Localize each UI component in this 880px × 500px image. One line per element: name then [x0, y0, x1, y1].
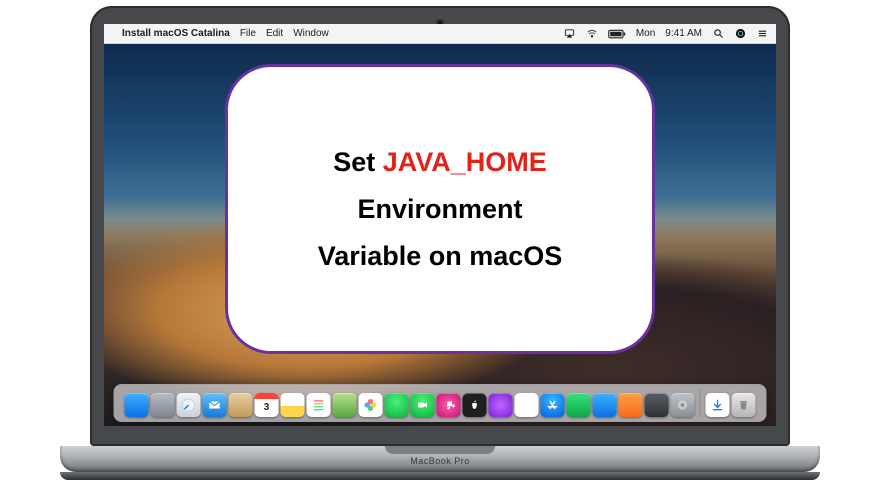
laptop-notch: [385, 446, 495, 454]
laptop-brand-label: MacBook Pro: [410, 456, 470, 466]
dock-app-mail[interactable]: [203, 393, 227, 417]
dock-wrap: 3: [114, 384, 767, 422]
dock-app-maps[interactable]: [333, 393, 357, 417]
macbook-frame: Install macOS Catalina File Edit Window …: [60, 0, 820, 500]
menubar-day[interactable]: Mon: [636, 28, 655, 39]
overlay-line-3: Variable on macOS: [318, 241, 563, 272]
dock-app-calendar[interactable]: 3: [255, 393, 279, 417]
dock-app-contacts[interactable]: [229, 393, 253, 417]
dock-app-reminders[interactable]: [307, 393, 331, 417]
dock-app-messages[interactable]: [385, 393, 409, 417]
dock-app-photos[interactable]: [359, 393, 383, 417]
dock-app-system-preferences[interactable]: [671, 393, 695, 417]
overlay-line1-prefix: Set: [333, 147, 383, 177]
spotlight-icon[interactable]: [712, 28, 724, 39]
menubar-item-file[interactable]: File: [240, 28, 256, 39]
laptop-foot: [60, 472, 820, 480]
dock-app-facetime[interactable]: [411, 393, 435, 417]
menubar-time[interactable]: 9:41 AM: [665, 28, 702, 39]
overlay-line-1: Set JAVA_HOME: [333, 147, 547, 178]
dock-app-podcasts[interactable]: [489, 393, 513, 417]
overlay-card: Set JAVA_HOME Environment Variable on ma…: [225, 64, 655, 354]
menubar-item-edit[interactable]: Edit: [266, 28, 283, 39]
menubar: Install macOS Catalina File Edit Window …: [104, 24, 776, 44]
dock-app-safari[interactable]: [177, 393, 201, 417]
dock-app-notes[interactable]: [281, 393, 305, 417]
airplay-icon[interactable]: [564, 28, 576, 39]
dock-app-numbers[interactable]: [567, 393, 591, 417]
dock-app-finder[interactable]: [125, 393, 149, 417]
dock-app-tv[interactable]: [463, 393, 487, 417]
overlay-line-2: Environment: [357, 194, 522, 225]
screen: Install macOS Catalina File Edit Window …: [104, 24, 776, 426]
dock-separator: [700, 389, 701, 417]
menubar-app-name[interactable]: Install macOS Catalina: [122, 28, 230, 39]
wifi-icon[interactable]: [586, 28, 598, 39]
dock-downloads[interactable]: [706, 393, 730, 417]
dock: 3: [114, 384, 767, 422]
dock-app-pages[interactable]: [619, 393, 643, 417]
menubar-item-window[interactable]: Window: [293, 28, 329, 39]
dock-app-keynote[interactable]: [593, 393, 617, 417]
dock-app-itunes[interactable]: [437, 393, 461, 417]
desktop-wallpaper[interactable]: Set JAVA_HOME Environment Variable on ma…: [104, 44, 776, 426]
calendar-day-label: 3: [264, 402, 270, 413]
overlay-line1-emphasis: JAVA_HOME: [383, 147, 547, 177]
dock-app-mission-control[interactable]: [645, 393, 669, 417]
battery-icon[interactable]: [608, 29, 626, 39]
siri-icon[interactable]: [734, 28, 746, 39]
dock-app-news[interactable]: N: [515, 393, 539, 417]
dock-trash[interactable]: [732, 393, 756, 417]
dock-app-launchpad[interactable]: [151, 393, 175, 417]
notification-center-icon[interactable]: [756, 28, 768, 39]
dock-app-appstore[interactable]: [541, 393, 565, 417]
